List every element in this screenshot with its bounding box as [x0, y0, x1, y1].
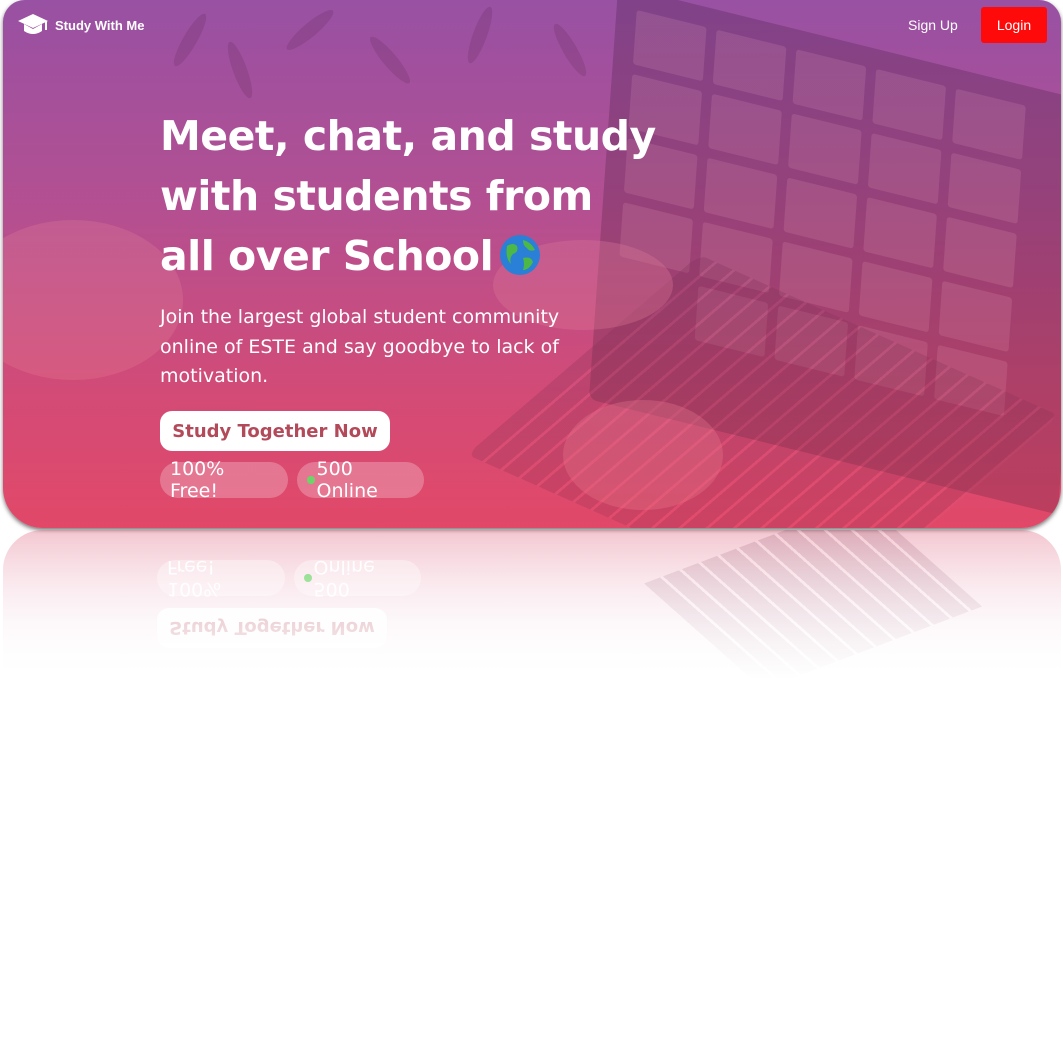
brand-logo[interactable]: Study With Me [17, 12, 144, 38]
hero-reflection: 100% Free! 500 Online Study Together Now [3, 530, 1061, 680]
free-badge-label: 100% Free! [170, 458, 225, 502]
online-count-badge: 500 Online [297, 458, 424, 502]
sign-up-link[interactable]: Sign Up [908, 17, 958, 33]
login-button[interactable]: Login [981, 7, 1047, 43]
headline-line: Meet, chat, and study [160, 112, 656, 160]
hero-description: Join the largest global student communit… [160, 306, 560, 387]
headline-line: with students from [160, 172, 593, 220]
hero-section: Study With Me Sign Up Login Meet, chat, … [3, 0, 1061, 528]
brand-name: Study With Me [55, 17, 145, 33]
study-together-button[interactable]: Study Together Now [160, 411, 390, 451]
free-badge: 100% Free! [160, 458, 288, 502]
reflection-fade [3, 530, 1061, 680]
hero-headline: Meet, chat, and study with students from… [160, 106, 656, 286]
page: Study With Me Sign Up Login Meet, chat, … [0, 0, 1063, 1061]
globe-icon [500, 235, 541, 275]
online-status-dot [307, 476, 315, 484]
headline-line: all over School [160, 226, 620, 286]
graduation-cap-icon [18, 14, 48, 34]
online-count-label: 500 Online [316, 458, 378, 502]
